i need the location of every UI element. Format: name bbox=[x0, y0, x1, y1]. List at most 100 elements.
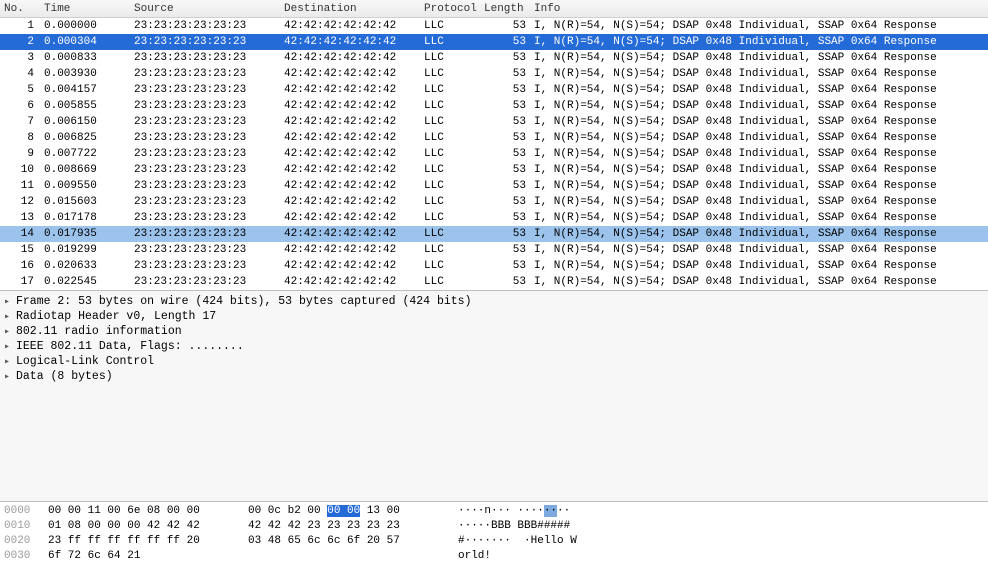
packet-row[interactable]: 40.00393023:23:23:23:23:2342:42:42:42:42… bbox=[0, 66, 988, 82]
packet-cell-source: 23:23:23:23:23:23 bbox=[130, 196, 280, 208]
hex-row[interactable]: 002023 ff ff ff ff ff ff 20 03 48 65 6c … bbox=[4, 534, 984, 549]
hex-ascii: ····n··· ········ bbox=[458, 504, 570, 519]
packet-row[interactable]: 30.00083323:23:23:23:23:2342:42:42:42:42… bbox=[0, 50, 988, 66]
detail-tree-item[interactable]: ▸802.11 radio information bbox=[4, 324, 984, 339]
packet-cell-info: I, N(R)=54, N(S)=54; DSAP 0x48 Individua… bbox=[530, 180, 988, 192]
hex-row[interactable]: 00306f 72 6c 64 21orld! bbox=[4, 549, 984, 564]
packet-row[interactable]: 120.01560323:23:23:23:23:2342:42:42:42:4… bbox=[0, 194, 988, 210]
hex-bytes-group2 bbox=[248, 549, 458, 564]
disclosure-triangle-icon[interactable]: ▸ bbox=[4, 341, 12, 353]
detail-tree-item[interactable]: ▸Logical-Link Control bbox=[4, 354, 984, 369]
packet-cell-time: 0.019299 bbox=[40, 244, 130, 256]
packet-cell-protocol: LLC bbox=[420, 116, 480, 128]
disclosure-triangle-icon[interactable]: ▸ bbox=[4, 326, 12, 338]
packet-cell-no: 4 bbox=[0, 68, 40, 80]
packet-cell-protocol: LLC bbox=[420, 180, 480, 192]
hex-bytes-group2: 03 48 65 6c 6c 6f 20 57 bbox=[248, 534, 458, 549]
packet-row[interactable]: 110.00955023:23:23:23:23:2342:42:42:42:4… bbox=[0, 178, 988, 194]
packet-cell-source: 23:23:23:23:23:23 bbox=[130, 36, 280, 48]
packet-cell-protocol: LLC bbox=[420, 260, 480, 272]
hex-row[interactable]: 000000 00 11 00 6e 08 00 00 00 0c b2 00 … bbox=[4, 504, 984, 519]
hex-offset: 0030 bbox=[4, 549, 48, 564]
packet-row[interactable]: 100.00866923:23:23:23:23:2342:42:42:42:4… bbox=[0, 162, 988, 178]
packet-row[interactable]: 170.02254523:23:23:23:23:2342:42:42:42:4… bbox=[0, 274, 988, 290]
packet-row[interactable]: 20.00030423:23:23:23:23:2342:42:42:42:42… bbox=[0, 34, 988, 50]
hex-offset: 0020 bbox=[4, 534, 48, 549]
hex-bytes-group1: 00 00 11 00 6e 08 00 00 bbox=[48, 504, 248, 519]
hex-offset: 0010 bbox=[4, 519, 48, 534]
packet-cell-info: I, N(R)=54, N(S)=54; DSAP 0x48 Individua… bbox=[530, 52, 988, 64]
packet-cell-time: 0.008669 bbox=[40, 164, 130, 176]
col-header-protocol[interactable]: Protocol bbox=[420, 3, 480, 15]
packet-cell-source: 23:23:23:23:23:23 bbox=[130, 148, 280, 160]
packet-cell-no: 15 bbox=[0, 244, 40, 256]
packet-cell-source: 23:23:23:23:23:23 bbox=[130, 84, 280, 96]
detail-tree-item[interactable]: ▸IEEE 802.11 Data, Flags: ........ bbox=[4, 339, 984, 354]
packet-cell-destination: 42:42:42:42:42:42 bbox=[280, 20, 420, 32]
packet-row[interactable]: 150.01929923:23:23:23:23:2342:42:42:42:4… bbox=[0, 242, 988, 258]
disclosure-triangle-icon[interactable]: ▸ bbox=[4, 356, 12, 368]
detail-tree-item[interactable]: ▸Radiotap Header v0, Length 17 bbox=[4, 309, 984, 324]
packet-row[interactable]: 60.00585523:23:23:23:23:2342:42:42:42:42… bbox=[0, 98, 988, 114]
packet-cell-info: I, N(R)=54, N(S)=54; DSAP 0x48 Individua… bbox=[530, 212, 988, 224]
packet-cell-info: I, N(R)=54, N(S)=54; DSAP 0x48 Individua… bbox=[530, 260, 988, 272]
packet-cell-length: 53 bbox=[480, 164, 530, 176]
packet-cell-source: 23:23:23:23:23:23 bbox=[130, 20, 280, 32]
packet-cell-length: 53 bbox=[480, 116, 530, 128]
packet-cell-source: 23:23:23:23:23:23 bbox=[130, 228, 280, 240]
disclosure-triangle-icon[interactable]: ▸ bbox=[4, 296, 12, 308]
detail-tree-item[interactable]: ▸Frame 2: 53 bytes on wire (424 bits), 5… bbox=[4, 294, 984, 309]
packet-cell-time: 0.000000 bbox=[40, 20, 130, 32]
disclosure-triangle-icon[interactable]: ▸ bbox=[4, 371, 12, 383]
col-header-info[interactable]: Info bbox=[530, 3, 988, 15]
packet-cell-info: I, N(R)=54, N(S)=54; DSAP 0x48 Individua… bbox=[530, 148, 988, 160]
packet-cell-protocol: LLC bbox=[420, 276, 480, 288]
packet-row[interactable]: 70.00615023:23:23:23:23:2342:42:42:42:42… bbox=[0, 114, 988, 130]
packet-cell-info: I, N(R)=54, N(S)=54; DSAP 0x48 Individua… bbox=[530, 196, 988, 208]
packet-row[interactable]: 10.00000023:23:23:23:23:2342:42:42:42:42… bbox=[0, 18, 988, 34]
packet-cell-source: 23:23:23:23:23:23 bbox=[130, 116, 280, 128]
packet-cell-no: 16 bbox=[0, 260, 40, 272]
packet-cell-destination: 42:42:42:42:42:42 bbox=[280, 84, 420, 96]
col-header-time[interactable]: Time bbox=[40, 3, 130, 15]
packet-cell-time: 0.022545 bbox=[40, 276, 130, 288]
packet-cell-no: 17 bbox=[0, 276, 40, 288]
packet-row[interactable]: 140.01793523:23:23:23:23:2342:42:42:42:4… bbox=[0, 226, 988, 242]
packet-cell-protocol: LLC bbox=[420, 100, 480, 112]
packet-cell-length: 53 bbox=[480, 132, 530, 144]
packet-row[interactable]: 80.00682523:23:23:23:23:2342:42:42:42:42… bbox=[0, 130, 988, 146]
packet-cell-info: I, N(R)=54, N(S)=54; DSAP 0x48 Individua… bbox=[530, 276, 988, 288]
packet-row[interactable]: 50.00415723:23:23:23:23:2342:42:42:42:42… bbox=[0, 82, 988, 98]
packet-cell-time: 0.015603 bbox=[40, 196, 130, 208]
packet-cell-info: I, N(R)=54, N(S)=54; DSAP 0x48 Individua… bbox=[530, 244, 988, 256]
packet-cell-no: 10 bbox=[0, 164, 40, 176]
packet-details-pane: ▸Frame 2: 53 bytes on wire (424 bits), 5… bbox=[0, 290, 988, 501]
packet-cell-destination: 42:42:42:42:42:42 bbox=[280, 260, 420, 272]
packet-cell-length: 53 bbox=[480, 260, 530, 272]
packet-cell-source: 23:23:23:23:23:23 bbox=[130, 68, 280, 80]
col-header-no[interactable]: No. bbox=[0, 3, 40, 15]
packet-cell-length: 53 bbox=[480, 180, 530, 192]
packet-cell-no: 2 bbox=[0, 36, 40, 48]
disclosure-triangle-icon[interactable]: ▸ bbox=[4, 311, 12, 323]
packet-cell-source: 23:23:23:23:23:23 bbox=[130, 260, 280, 272]
col-header-length[interactable]: Length bbox=[480, 3, 530, 15]
col-header-source[interactable]: Source bbox=[130, 3, 280, 15]
packet-cell-length: 53 bbox=[480, 244, 530, 256]
packet-cell-protocol: LLC bbox=[420, 164, 480, 176]
packet-row[interactable]: 90.00772223:23:23:23:23:2342:42:42:42:42… bbox=[0, 146, 988, 162]
packet-row[interactable]: 130.01717823:23:23:23:23:2342:42:42:42:4… bbox=[0, 210, 988, 226]
packet-cell-time: 0.020633 bbox=[40, 260, 130, 272]
hex-row[interactable]: 001001 08 00 00 00 42 42 42 42 42 42 23 … bbox=[4, 519, 984, 534]
packet-bytes-pane: 000000 00 11 00 6e 08 00 00 00 0c b2 00 … bbox=[0, 501, 988, 570]
detail-tree-item[interactable]: ▸Data (8 bytes) bbox=[4, 369, 984, 384]
packet-cell-no: 6 bbox=[0, 100, 40, 112]
col-header-destination[interactable]: Destination bbox=[280, 3, 420, 15]
packet-cell-no: 13 bbox=[0, 212, 40, 224]
packet-cell-length: 53 bbox=[480, 68, 530, 80]
packet-cell-length: 53 bbox=[480, 36, 530, 48]
packet-cell-destination: 42:42:42:42:42:42 bbox=[280, 116, 420, 128]
packet-cell-no: 9 bbox=[0, 148, 40, 160]
packet-list-header[interactable]: No. Time Source Destination Protocol Len… bbox=[0, 0, 988, 18]
packet-row[interactable]: 160.02063323:23:23:23:23:2342:42:42:42:4… bbox=[0, 258, 988, 274]
